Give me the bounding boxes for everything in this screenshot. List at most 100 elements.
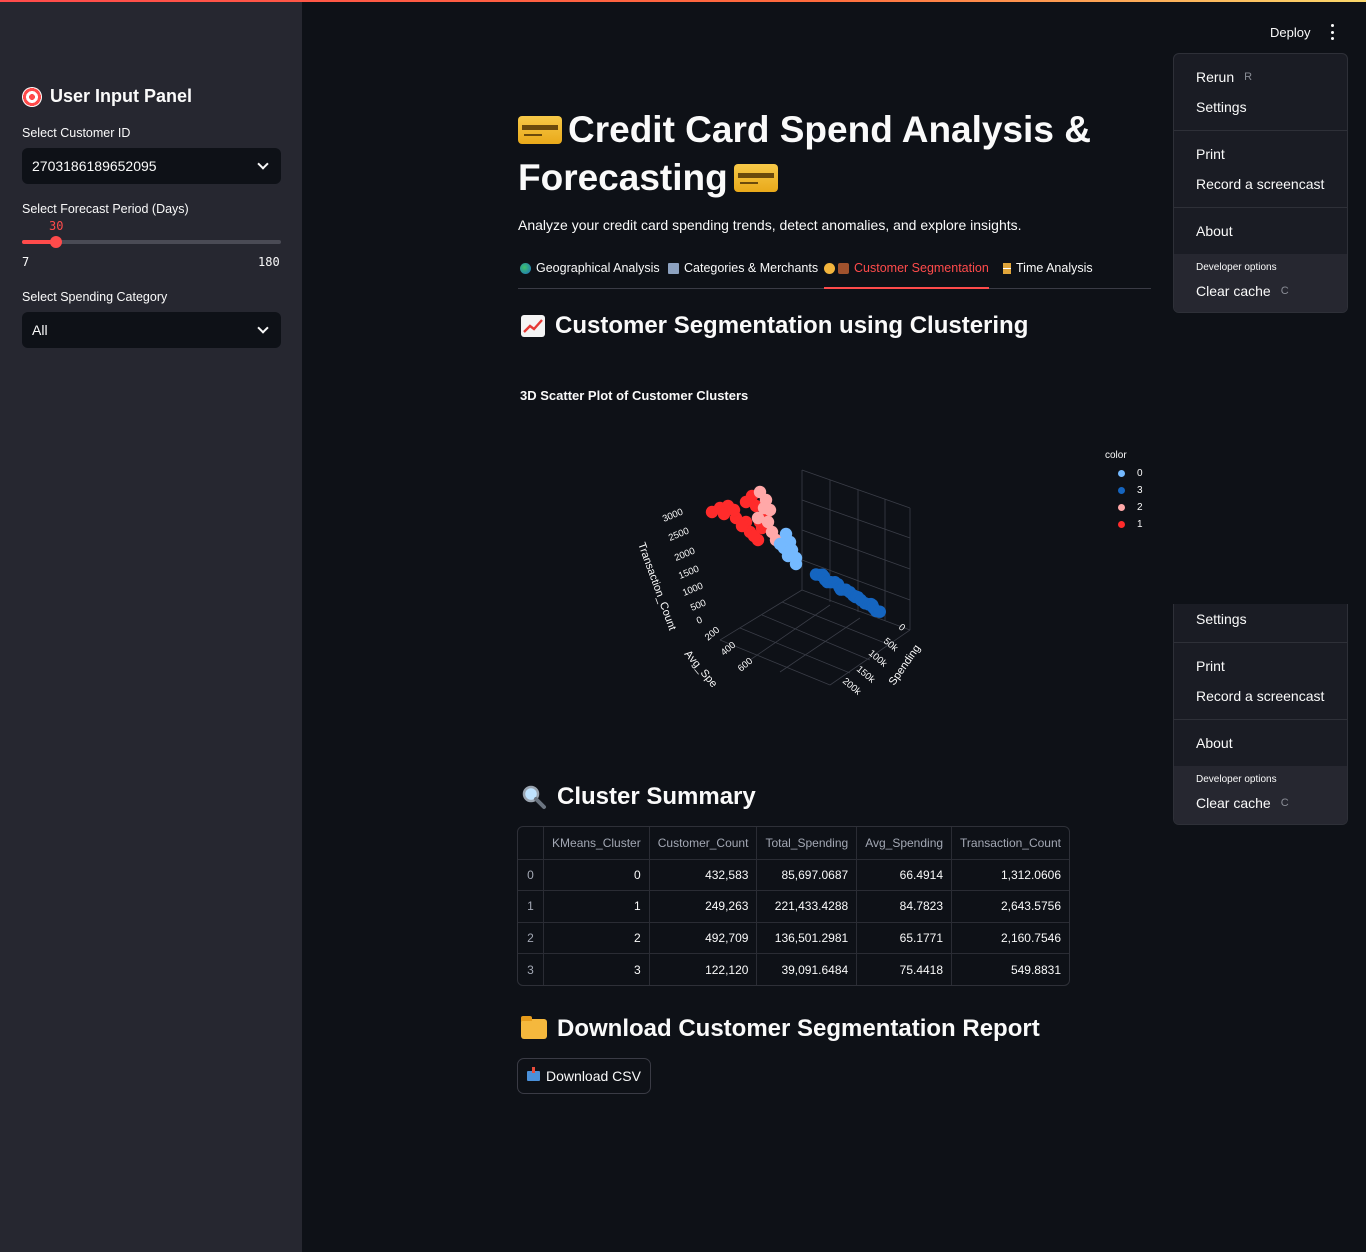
table-header-cell[interactable]: Total_Spending	[756, 827, 858, 860]
menu-item-clear-cache[interactable]: Clear cache C	[1174, 276, 1347, 306]
download-csv-button[interactable]: Download CSV	[517, 1058, 651, 1094]
table-cell: 66.4914	[856, 859, 953, 891]
table-row: 3 3 122,120 39,091.6484 75.4418 549.8831	[518, 953, 1069, 985]
menu-item-label: Rerun	[1196, 69, 1235, 85]
menu-divider	[1174, 207, 1347, 208]
table-cell: 84.7823	[856, 890, 953, 923]
spending-category-value: All	[32, 322, 48, 338]
table-header-row: KMeans_Cluster Customer_Count Total_Spendi…	[518, 827, 1069, 860]
axis-tick-label: 2500	[667, 526, 691, 544]
scatter-point-cluster-0[interactable]	[773, 537, 787, 551]
axis-tick-label: 100k	[866, 648, 889, 670]
sidebar-title: User Input Panel	[22, 86, 192, 107]
legend-item[interactable]: 1	[1105, 516, 1143, 533]
menu-shortcut: R	[1244, 71, 1253, 83]
tab-customer-segmentation[interactable]: Customer Segmentation	[824, 261, 989, 289]
scatter-point-cluster-1[interactable]	[735, 519, 749, 533]
segmentation-heading: Customer Segmentation using Clustering	[521, 312, 1028, 340]
credit-card-icon	[518, 116, 562, 144]
folder-icon	[521, 1016, 547, 1039]
grid-line	[749, 604, 831, 661]
menu-item-about[interactable]: About	[1174, 216, 1347, 246]
cluster-summary-text: Cluster Summary	[557, 783, 756, 810]
table-cell: 2,643.5756	[951, 890, 1069, 923]
download-heading-text: Download Customer Segmentation Report	[557, 1015, 1040, 1042]
table-header-cell[interactable]: Transaction_Count	[951, 827, 1069, 860]
forecast-slider-min: 7	[22, 255, 30, 269]
axis-tick-label: Avg_Spe	[682, 648, 720, 690]
menu-item-print[interactable]: Print	[1174, 139, 1347, 169]
menu-item-settings[interactable]: Settings	[1174, 604, 1347, 634]
grid-line	[801, 499, 911, 539]
table-cell: 2	[543, 922, 650, 954]
table-row: 1 1 249,263 221,433.4288 84.7823 2,643.5756	[518, 890, 1069, 923]
axis-tick-label: Transaction_Count	[635, 541, 678, 632]
menu-divider	[1174, 719, 1347, 720]
sidebar: User Input Panel Select Customer ID 2703…	[0, 0, 302, 1252]
menu-item-about[interactable]: About	[1174, 728, 1347, 758]
table-header-cell[interactable]	[518, 827, 545, 860]
menu-divider	[1174, 130, 1347, 131]
spending-category-select[interactable]: All	[22, 312, 281, 348]
table-header-cell[interactable]: Customer_Count	[649, 827, 758, 860]
legend-label: 1	[1137, 519, 1143, 530]
download-csv-label: Download CSV	[546, 1068, 641, 1084]
axis-tick-label: 150k	[854, 664, 877, 686]
menu-item-print[interactable]: Print	[1174, 651, 1347, 681]
magnifying-glass-icon	[521, 784, 547, 810]
menu-item-label: About	[1196, 223, 1233, 239]
menu-divider	[1174, 642, 1347, 643]
table-cell: 2	[518, 922, 545, 954]
main-menu-dropdown-duplicate: Settings Print Record a screencast About…	[1173, 604, 1348, 825]
building-icon	[668, 263, 679, 274]
scatter-point-cluster-0[interactable]	[789, 557, 803, 571]
scatter-point-cluster-2[interactable]	[751, 511, 765, 525]
table-header-cell[interactable]: Avg_Spending	[856, 827, 953, 860]
legend-item[interactable]: 0	[1105, 465, 1143, 482]
menu-item-clear-cache[interactable]: Clear cache C	[1174, 788, 1347, 818]
menu-item-record-screencast[interactable]: Record a screencast	[1174, 681, 1347, 711]
menu-item-settings[interactable]: Settings	[1174, 92, 1347, 122]
main-menu-dropdown: Rerun R Settings Print Record a screenca…	[1173, 53, 1348, 313]
cluster-summary-heading: Cluster Summary	[521, 783, 756, 811]
menu-item-rerun[interactable]: Rerun R	[1174, 62, 1347, 92]
chevron-down-icon	[257, 158, 269, 170]
tab-categories-merchants[interactable]: Categories & Merchants	[668, 261, 818, 289]
tab-time-analysis[interactable]: Time Analysis	[1003, 261, 1093, 289]
axis-tick-label: 1000	[681, 581, 705, 599]
customer-id-select[interactable]: 2703186189652095	[22, 148, 281, 184]
cluster-3d-scatter-plot[interactable]: 300025002000150010005000200400600050k100…	[600, 430, 960, 700]
legend-item[interactable]: 2	[1105, 499, 1143, 516]
globe-icon	[520, 263, 531, 274]
page-title-line1: Credit Card Spend Analysis &	[568, 109, 1091, 150]
table-cell: 122,120	[649, 953, 758, 985]
axis-tick-label: 0	[695, 615, 704, 627]
grid-line	[779, 617, 861, 673]
menu-item-label: Clear cache	[1196, 283, 1271, 299]
cluster-summary-table[interactable]: KMeans_Cluster Customer_Count Total_Spendi…	[517, 826, 1070, 986]
forecast-slider-track[interactable]	[22, 236, 281, 248]
scatter-point-cluster-1[interactable]	[727, 503, 741, 517]
legend-marker	[1118, 487, 1125, 494]
table-cell: 3	[518, 953, 545, 985]
forecast-slider-thumb[interactable]	[50, 236, 62, 248]
tab-geographical-analysis[interactable]: Geographical Analysis	[520, 261, 660, 289]
tab-label: Categories & Merchants	[684, 261, 819, 275]
menu-item-record-screencast[interactable]: Record a screencast	[1174, 169, 1347, 199]
deploy-button[interactable]: Deploy	[1270, 25, 1310, 40]
table-cell: 1	[543, 890, 650, 923]
axis-tick-label: 200	[703, 625, 722, 644]
table-cell: 85,697.0687	[756, 859, 858, 891]
legend-marker	[1118, 470, 1125, 477]
main-menu-icon[interactable]	[1326, 24, 1338, 40]
menu-shortcut: C	[1280, 285, 1289, 297]
page-subtitle: Analyze your credit card spending trends…	[518, 217, 1022, 233]
tab-bar: Geographical Analysis Categories & Merch…	[518, 258, 1151, 289]
chevron-down-icon	[257, 322, 269, 334]
table-header-cell[interactable]: KMeans_Cluster	[543, 827, 650, 860]
table-cell: 3	[543, 953, 650, 985]
tab-label: Geographical Analysis	[536, 261, 660, 275]
scatter-point-cluster-3[interactable]	[873, 605, 887, 618]
axis-tick-label: 400	[719, 640, 738, 659]
legend-item[interactable]: 3	[1105, 482, 1143, 499]
